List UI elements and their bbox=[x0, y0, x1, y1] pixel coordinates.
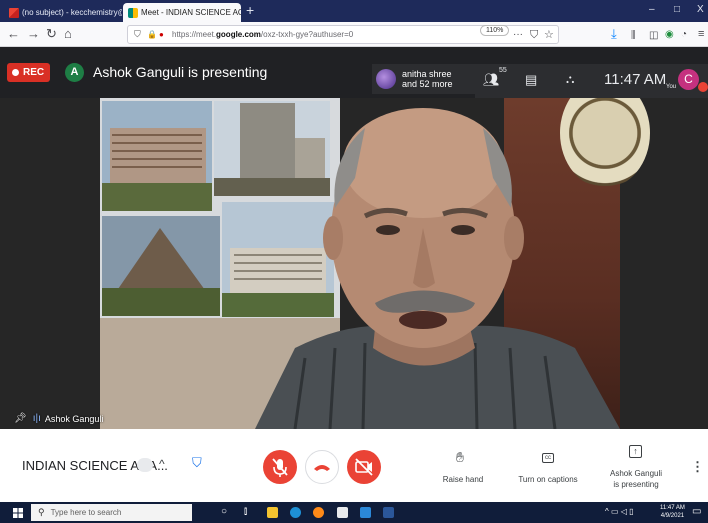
chevron-up-icon[interactable]: ^ bbox=[159, 457, 165, 471]
extension-icon[interactable]: ◉ bbox=[665, 27, 674, 43]
pin-icon[interactable]: 📌︎ bbox=[14, 413, 27, 424]
zoom-level[interactable]: 110% bbox=[480, 25, 510, 36]
presenting-button[interactable]: Ashok Ganguli is presenting bbox=[604, 468, 668, 490]
pocket-icon[interactable]: ⛉ bbox=[530, 27, 538, 43]
taskbar-search[interactable]: ⚲ Type here to search bbox=[31, 504, 192, 521]
participants-chip[interactable]: anitha shree and 52 more bbox=[372, 64, 475, 94]
tab-title: (no subject) - kecchemistry@... bbox=[22, 8, 122, 17]
camera-off-icon bbox=[355, 458, 373, 476]
shield-icon[interactable]: ⛉ bbox=[192, 455, 202, 471]
activities-icon[interactable]: ⛬ bbox=[566, 72, 574, 87]
meet-toolbar bbox=[475, 64, 708, 98]
bookmark-star-icon[interactable]: ☆ bbox=[544, 27, 554, 43]
account-icon[interactable]: ◔ bbox=[681, 27, 687, 43]
url-domain: google.com bbox=[216, 30, 261, 39]
participants-text: anitha shree and 52 more bbox=[402, 69, 453, 89]
rec-label: REC bbox=[23, 67, 45, 78]
tray-date-text: 4/9/2021 bbox=[660, 513, 685, 519]
word-icon[interactable] bbox=[383, 507, 394, 518]
browser-tab-strip: (no subject) - kecchemistry@... X Meet -… bbox=[0, 0, 708, 22]
action-center-icon[interactable]: ▭ bbox=[692, 506, 701, 517]
self-avatar[interactable]: C bbox=[678, 69, 699, 90]
url-text[interactable]: https://meet.google.com/oxz-txxh-gye?aut… bbox=[172, 30, 353, 39]
close-window-button[interactable]: X bbox=[697, 4, 704, 15]
download-icon[interactable]: ⤓ bbox=[611, 26, 617, 42]
record-dot-icon bbox=[12, 69, 19, 76]
tab-gmail[interactable]: (no subject) - kecchemistry@... X bbox=[4, 3, 122, 22]
system-tray-icons[interactable]: ^ ▭ ◁ ▯ bbox=[605, 507, 634, 516]
cortana-icon[interactable]: ○ bbox=[221, 506, 227, 517]
meeting-clock: 11:47 AM bbox=[604, 71, 667, 88]
people-icon[interactable]: 👥︎ bbox=[483, 72, 500, 88]
captions-icon[interactable]: cc bbox=[542, 453, 554, 463]
firefox-icon[interactable] bbox=[313, 507, 324, 518]
more-options-icon[interactable]: ⋮ bbox=[691, 459, 704, 475]
tab-meet[interactable]: Meet - INDIAN SCIENCE AC 🔊 X bbox=[123, 3, 241, 22]
navigation-toolbar: ← → ↻ ⌂ ⛉ 🔒 ● https://meet.google.com/ox… bbox=[0, 22, 708, 47]
presenter-video bbox=[0, 98, 708, 429]
lock-icon[interactable]: 🔒 bbox=[147, 30, 157, 39]
mic-off-icon bbox=[272, 458, 288, 477]
forward-icon[interactable]: → bbox=[27, 26, 40, 42]
file-explorer-icon[interactable] bbox=[267, 507, 278, 518]
chat-icon[interactable]: ▤ bbox=[525, 72, 537, 88]
presenting-line1: Ashok Ganguli bbox=[609, 469, 663, 478]
participant-name: anitha shree bbox=[402, 69, 452, 79]
page-actions-icon[interactable]: ··· bbox=[513, 27, 523, 43]
store-icon[interactable] bbox=[337, 507, 348, 518]
camera-off-button[interactable] bbox=[347, 450, 381, 484]
task-view-icon[interactable]: ⫾ bbox=[244, 506, 247, 517]
present-screen-icon[interactable]: ↑ bbox=[629, 445, 642, 458]
gmail-icon bbox=[9, 7, 19, 18]
library-icon[interactable]: ⫼ bbox=[631, 28, 636, 44]
recording-badge: REC bbox=[7, 63, 50, 82]
video-name-tag: 📌︎ ı|ı Ashok Ganguli bbox=[14, 413, 103, 424]
presenting-line2: is presenting bbox=[613, 480, 659, 489]
shield-icon[interactable]: ⛉ bbox=[134, 29, 141, 40]
home-icon[interactable]: ⌂ bbox=[64, 26, 72, 42]
back-icon[interactable]: ← bbox=[7, 26, 20, 42]
url-prefix: https://meet. bbox=[172, 30, 217, 39]
notification-badge bbox=[698, 82, 708, 92]
menu-icon[interactable]: ≡ bbox=[698, 26, 704, 42]
meet-icon bbox=[128, 7, 138, 18]
tray-time-text: 11:47 AM bbox=[660, 505, 685, 511]
meet-top-bar: REC A Ashok Ganguli is presenting anitha… bbox=[0, 47, 708, 98]
hang-up-icon bbox=[314, 465, 330, 471]
maximize-button[interactable]: □ bbox=[674, 4, 680, 15]
url-suffix: /oxz-txxh-gye?authuser=0 bbox=[260, 30, 354, 39]
sidebar-icon[interactable]: ◫ bbox=[649, 28, 658, 44]
presenter-avatar: A bbox=[65, 63, 84, 82]
minimize-button[interactable]: – bbox=[649, 4, 655, 15]
search-placeholder: Type here to search bbox=[50, 508, 122, 517]
search-icon: ⚲ bbox=[38, 507, 45, 517]
reload-icon[interactable]: ↻ bbox=[46, 26, 57, 42]
windows-taskbar: ⚲ Type here to search ○ ⫾ ^ ▭ ◁ ▯ 11:47 … bbox=[0, 502, 708, 523]
windows-start-icon[interactable] bbox=[13, 508, 23, 518]
camera-permission-icon[interactable]: ● bbox=[159, 30, 164, 39]
presenting-title: Ashok Ganguli is presenting bbox=[93, 64, 268, 80]
captions-button[interactable]: Turn on captions bbox=[510, 475, 586, 484]
raise-hand-icon[interactable]: ✋︎ bbox=[456, 449, 464, 466]
taskbar-clock[interactable]: 11:47 AM 4/9/2021 bbox=[660, 504, 685, 520]
tab-title: Meet - INDIAN SCIENCE AC bbox=[141, 8, 241, 17]
mail-icon[interactable] bbox=[360, 507, 371, 518]
meet-bottom-bar: INDIAN SCIENCE ACA... ^ ⛉ ✋︎ Raise hand … bbox=[0, 429, 708, 502]
new-tab-button[interactable]: + bbox=[246, 2, 254, 18]
participant-more: and 52 more bbox=[402, 79, 453, 89]
meeting-details-toggle[interactable] bbox=[137, 458, 153, 472]
audio-level-icon: ı|ı bbox=[32, 413, 41, 424]
speaker-name: Ashok Ganguli bbox=[44, 413, 104, 424]
presenter-person bbox=[255, 108, 620, 429]
participant-count: 55 bbox=[499, 67, 507, 74]
self-label: You bbox=[666, 84, 677, 90]
participant-avatar bbox=[376, 69, 396, 89]
edge-icon[interactable] bbox=[290, 507, 301, 518]
mic-off-button[interactable] bbox=[263, 450, 297, 484]
raise-hand-button[interactable]: Raise hand bbox=[436, 475, 490, 484]
leave-call-button[interactable] bbox=[305, 450, 339, 484]
